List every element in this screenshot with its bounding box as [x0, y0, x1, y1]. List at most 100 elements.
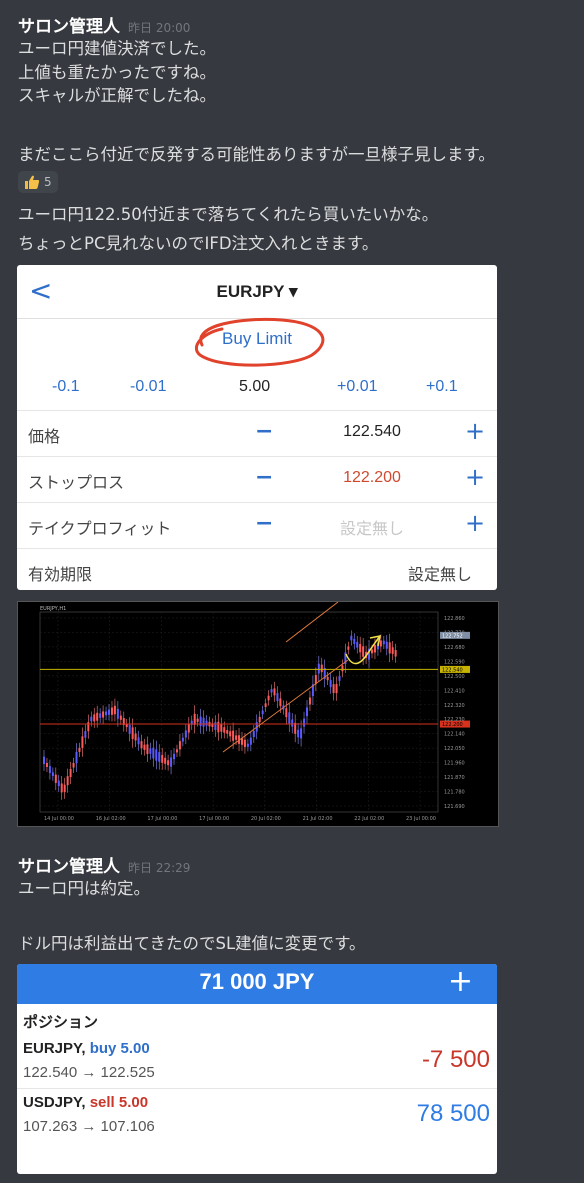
x-tick-label: 17 Jul 00:00	[199, 816, 229, 822]
candle-body	[382, 640, 385, 645]
candle-body	[78, 747, 81, 752]
candle-body	[264, 703, 267, 708]
stoploss-value: 122.200	[343, 469, 401, 486]
candle-body	[155, 749, 158, 761]
stoploss-row: ストップロス − 122.200 +	[17, 456, 497, 503]
candle-body	[347, 646, 350, 650]
candle-body	[273, 688, 276, 696]
step-minus-0-01: -0.01	[130, 378, 167, 395]
candle-body	[187, 724, 190, 733]
candle-body	[116, 708, 119, 719]
candle-body	[119, 715, 122, 720]
candle-body	[99, 713, 102, 718]
reaction[interactable]: 5	[18, 171, 58, 194]
price-chart-image: EURJPY,H1 122.540 122.200 122.752 122.860 1…	[17, 601, 499, 827]
takeprofit-label: テイクプロフィット	[28, 519, 172, 538]
candle-body	[193, 713, 196, 725]
message-line: ドル円は利益出てきたのでSL建値に変更です。	[18, 934, 366, 953]
trendline-lower	[222, 659, 349, 753]
candle-body	[105, 711, 108, 716]
candle-body	[356, 641, 359, 648]
candle-body	[167, 760, 170, 766]
candle-body	[297, 729, 300, 738]
author-name[interactable]: サロン管理人	[18, 857, 120, 877]
order-panel-image: < EURJPY ▾ Buy Limit -0.1 -0.01 5.00 +0.…	[17, 265, 497, 590]
message-line: ユーロ円建値決済でした。	[18, 39, 216, 58]
plus-icon: +	[465, 463, 486, 491]
candle-body	[326, 676, 329, 681]
reaction-count: 5	[44, 175, 52, 189]
candle-body	[249, 737, 252, 745]
step-plus-0-1: +0.1	[426, 378, 458, 395]
x-tick-label: 17 Jul 00:00	[147, 816, 177, 822]
price-value: 122.540	[343, 423, 401, 440]
expiry-row: 有効期限 設定無し	[17, 548, 497, 590]
candle-body	[57, 780, 60, 787]
x-tick-label: 20 Jul 02:00	[251, 816, 281, 822]
author-name[interactable]: サロン管理人	[18, 17, 120, 37]
expiry-value: 設定無し	[407, 565, 472, 584]
position-direction: sell 5.00	[89, 1094, 149, 1111]
candle-body	[173, 753, 176, 760]
step-minus-0-1: -0.1	[52, 378, 80, 395]
candle-body	[261, 710, 264, 715]
candle-body	[291, 719, 294, 727]
candle-body	[140, 741, 143, 749]
positions-panel-image: 71 000 JPY + ポジション EURJPY, buy 5.00 122.…	[17, 964, 497, 1174]
position-prices: 122.540 → 122.525	[23, 1064, 155, 1081]
step-plus-0-01: +0.01	[337, 378, 378, 395]
candle-body	[75, 751, 78, 764]
message-header: サロン管理人 昨日 20:00	[18, 12, 216, 37]
message-2: サロン管理人 昨日 22:29 ユーロ円は約定。	[18, 852, 190, 901]
candle-body	[359, 643, 362, 653]
y-tick-label: 122.410	[444, 688, 465, 694]
message-line: ちょっとPC見れないのでIFD注文入れときます。	[18, 234, 379, 253]
order-symbol: EURJPY ▾	[216, 282, 298, 301]
takeprofit-row: テイクプロフィット − 設定無し +	[17, 502, 497, 549]
red-circle-annotation	[194, 317, 325, 367]
position-profit: 78 500	[416, 1100, 490, 1127]
candle-body	[314, 674, 317, 684]
candle-body	[226, 730, 229, 734]
candle-body	[267, 695, 270, 701]
candle-body	[202, 717, 205, 727]
candle-body	[131, 727, 134, 739]
candle-body	[158, 752, 161, 762]
y-tick-label: 122.770	[444, 630, 465, 636]
candle-body	[48, 766, 51, 774]
position-row: EURJPY, buy 5.00 122.540 → 122.525 -7 50…	[17, 1034, 497, 1089]
symbol-text: EURJPY,	[23, 1040, 86, 1057]
candle-body	[391, 647, 394, 654]
position-direction: buy 5.00	[89, 1040, 150, 1057]
candle-body	[161, 754, 164, 763]
candle-body	[43, 756, 45, 765]
candle-body	[362, 646, 365, 657]
candle-body	[371, 649, 374, 654]
position-symbol: USDJPY, sell 5.00	[23, 1094, 148, 1111]
message-header: サロン管理人 昨日 22:29	[18, 852, 190, 877]
candle-body	[72, 762, 75, 768]
price-marker-label: 122.540	[442, 667, 463, 673]
message-line: スキャルが正解でしたね。	[18, 86, 216, 105]
candle-body	[303, 718, 306, 727]
candle-body	[320, 664, 323, 673]
message-line: まだここら付近で反発する可能性ありますが一旦様子見します。	[18, 145, 495, 164]
candle-body	[341, 665, 344, 672]
candle-body	[232, 730, 235, 741]
price-label: 価格	[28, 427, 61, 446]
candle-body	[214, 722, 217, 730]
x-tick-label: 16 Jul 02:00	[96, 816, 126, 822]
candle-body	[196, 718, 199, 722]
candle-body	[246, 743, 249, 747]
candle-body	[181, 737, 184, 742]
candle-body	[152, 747, 155, 759]
candle-body	[229, 731, 232, 737]
candle-body	[305, 707, 308, 717]
candle-body	[102, 711, 105, 718]
candle-body	[96, 712, 99, 721]
y-tick-label: 122.140	[444, 732, 465, 738]
x-tick-label: 14 Jul 00:00	[44, 816, 74, 822]
volume-value: 5.00	[239, 378, 271, 395]
candlestick-chart: EURJPY,H1 122.540122.200122.752 122.8601…	[39, 602, 470, 822]
y-tick-label: 122.860	[444, 616, 465, 622]
